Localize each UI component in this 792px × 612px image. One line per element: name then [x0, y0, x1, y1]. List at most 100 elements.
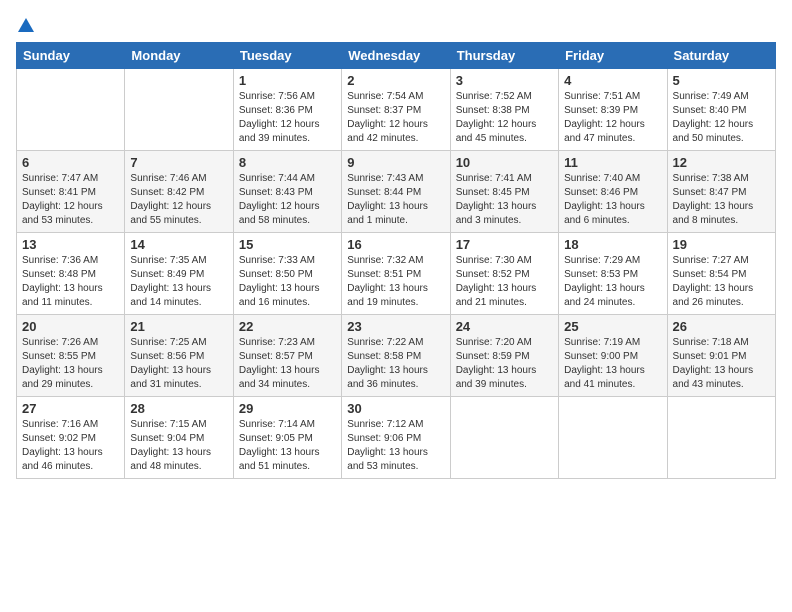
day-info: Sunrise: 7:51 AM Sunset: 8:39 PM Dayligh… [564, 90, 661, 146]
calendar-cell: 25Sunrise: 7:19 AM Sunset: 9:00 PM Dayli… [559, 315, 667, 397]
day-number: 3 [456, 73, 553, 88]
calendar-week-row: 13 Sunrise: 7:36 AM Sunset: 8:48 PM Dayli… [17, 233, 776, 315]
calendar-week-row: 27 Sunrise: 7:16 AM Sunset: 9:02 PM Dayli… [17, 397, 776, 479]
day-info: Sunrise: 7:25 AM Sunset: 8:56 PM Dayligh… [130, 336, 227, 392]
calendar-cell: 17Sunrise: 7:30 AM Sunset: 8:52 PM Dayli… [450, 233, 558, 315]
day-number: 8 [239, 155, 336, 170]
day-number: 19 [673, 237, 770, 252]
day-info: Sunrise: 7:30 AM Sunset: 8:52 PM Dayligh… [456, 254, 553, 310]
day-number: 7 [130, 155, 227, 170]
day-number: 1 [239, 73, 336, 88]
day-info: Sunrise: 7:41 AM Sunset: 8:45 PM Dayligh… [456, 172, 553, 228]
calendar-cell: 20 Sunrise: 7:26 AM Sunset: 8:55 PM Dayli… [17, 315, 125, 397]
day-number: 25 [564, 319, 661, 334]
page-header [16, 16, 776, 30]
calendar-cell: 6 Sunrise: 7:47 AM Sunset: 8:41 PM Daylig… [17, 151, 125, 233]
calendar-cell: 29 Sunrise: 7:14 AM Sunset: 9:05 PM Dayli… [233, 397, 341, 479]
calendar-cell: 3 Sunrise: 7:52 AM Sunset: 8:38 PM Daylig… [450, 69, 558, 151]
day-number: 27 [22, 401, 119, 416]
day-info: Sunrise: 7:56 AM Sunset: 8:36 PM Dayligh… [239, 90, 336, 146]
logo-icon [17, 16, 35, 34]
calendar-cell: 12 Sunrise: 7:38 AM Sunset: 8:47 PM Dayli… [667, 151, 775, 233]
calendar-table: SundayMondayTuesdayWednesdayThursdayFrid… [16, 42, 776, 479]
day-number: 24 [456, 319, 553, 334]
day-number: 10 [456, 155, 553, 170]
day-info: Sunrise: 7:18 AM Sunset: 9:01 PM Dayligh… [673, 336, 770, 392]
calendar-cell: 14 Sunrise: 7:35 AM Sunset: 8:49 PM Dayli… [125, 233, 233, 315]
day-info: Sunrise: 7:54 AM Sunset: 8:37 PM Dayligh… [347, 90, 444, 146]
day-info: Sunrise: 7:38 AM Sunset: 8:47 PM Dayligh… [673, 172, 770, 228]
calendar-cell [667, 397, 775, 479]
calendar-cell [559, 397, 667, 479]
day-number: 29 [239, 401, 336, 416]
day-number: 23 [347, 319, 444, 334]
day-info: Sunrise: 7:12 AM Sunset: 9:06 PM Dayligh… [347, 418, 444, 474]
day-number: 11 [564, 155, 661, 170]
calendar-cell: 15 Sunrise: 7:33 AM Sunset: 8:50 PM Dayli… [233, 233, 341, 315]
day-info: Sunrise: 7:16 AM Sunset: 9:02 PM Dayligh… [22, 418, 119, 474]
calendar-cell: 26Sunrise: 7:18 AM Sunset: 9:01 PM Dayli… [667, 315, 775, 397]
calendar-cell: 21Sunrise: 7:25 AM Sunset: 8:56 PM Dayli… [125, 315, 233, 397]
weekday-header-saturday: Saturday [667, 43, 775, 69]
day-info: Sunrise: 7:40 AM Sunset: 8:46 PM Dayligh… [564, 172, 661, 228]
day-number: 12 [673, 155, 770, 170]
day-info: Sunrise: 7:20 AM Sunset: 8:59 PM Dayligh… [456, 336, 553, 392]
day-number: 14 [130, 237, 227, 252]
calendar-cell: 4 Sunrise: 7:51 AM Sunset: 8:39 PM Daylig… [559, 69, 667, 151]
day-info: Sunrise: 7:36 AM Sunset: 8:48 PM Dayligh… [22, 254, 119, 310]
day-info: Sunrise: 7:44 AM Sunset: 8:43 PM Dayligh… [239, 172, 336, 228]
day-number: 20 [22, 319, 119, 334]
day-number: 6 [22, 155, 119, 170]
day-info: Sunrise: 7:32 AM Sunset: 8:51 PM Dayligh… [347, 254, 444, 310]
day-number: 28 [130, 401, 227, 416]
weekday-header-thursday: Thursday [450, 43, 558, 69]
day-info: Sunrise: 7:14 AM Sunset: 9:05 PM Dayligh… [239, 418, 336, 474]
day-info: Sunrise: 7:43 AM Sunset: 8:44 PM Dayligh… [347, 172, 444, 228]
calendar-cell [17, 69, 125, 151]
calendar-cell: 11 Sunrise: 7:40 AM Sunset: 8:46 PM Dayli… [559, 151, 667, 233]
calendar-cell: 23 Sunrise: 7:22 AM Sunset: 8:58 PM Dayli… [342, 315, 450, 397]
calendar-cell: 24 Sunrise: 7:20 AM Sunset: 8:59 PM Dayli… [450, 315, 558, 397]
day-info: Sunrise: 7:15 AM Sunset: 9:04 PM Dayligh… [130, 418, 227, 474]
day-number: 4 [564, 73, 661, 88]
day-number: 15 [239, 237, 336, 252]
day-number: 2 [347, 73, 444, 88]
calendar-week-row: 20 Sunrise: 7:26 AM Sunset: 8:55 PM Dayli… [17, 315, 776, 397]
weekday-header-wednesday: Wednesday [342, 43, 450, 69]
day-number: 9 [347, 155, 444, 170]
calendar-cell: 8 Sunrise: 7:44 AM Sunset: 8:43 PM Daylig… [233, 151, 341, 233]
weekday-header-friday: Friday [559, 43, 667, 69]
calendar-cell: 1 Sunrise: 7:56 AM Sunset: 8:36 PM Daylig… [233, 69, 341, 151]
calendar-cell: 27 Sunrise: 7:16 AM Sunset: 9:02 PM Dayli… [17, 397, 125, 479]
calendar-cell [450, 397, 558, 479]
logo [16, 16, 36, 30]
day-info: Sunrise: 7:52 AM Sunset: 8:38 PM Dayligh… [456, 90, 553, 146]
calendar-cell: 18Sunrise: 7:29 AM Sunset: 8:53 PM Dayli… [559, 233, 667, 315]
calendar-cell: 28 Sunrise: 7:15 AM Sunset: 9:04 PM Dayli… [125, 397, 233, 479]
day-info: Sunrise: 7:23 AM Sunset: 8:57 PM Dayligh… [239, 336, 336, 392]
calendar-cell: 30 Sunrise: 7:12 AM Sunset: 9:06 PM Dayli… [342, 397, 450, 479]
day-info: Sunrise: 7:29 AM Sunset: 8:53 PM Dayligh… [564, 254, 661, 310]
day-info: Sunrise: 7:49 AM Sunset: 8:40 PM Dayligh… [673, 90, 770, 146]
calendar-cell: 22Sunrise: 7:23 AM Sunset: 8:57 PM Dayli… [233, 315, 341, 397]
calendar-cell: 2 Sunrise: 7:54 AM Sunset: 8:37 PM Daylig… [342, 69, 450, 151]
calendar-body: 1 Sunrise: 7:56 AM Sunset: 8:36 PM Daylig… [17, 69, 776, 479]
day-number: 13 [22, 237, 119, 252]
calendar-week-row: 1 Sunrise: 7:56 AM Sunset: 8:36 PM Daylig… [17, 69, 776, 151]
calendar-cell: 16Sunrise: 7:32 AM Sunset: 8:51 PM Dayli… [342, 233, 450, 315]
day-info: Sunrise: 7:22 AM Sunset: 8:58 PM Dayligh… [347, 336, 444, 392]
day-number: 5 [673, 73, 770, 88]
day-info: Sunrise: 7:35 AM Sunset: 8:49 PM Dayligh… [130, 254, 227, 310]
day-number: 30 [347, 401, 444, 416]
day-info: Sunrise: 7:47 AM Sunset: 8:41 PM Dayligh… [22, 172, 119, 228]
day-info: Sunrise: 7:27 AM Sunset: 8:54 PM Dayligh… [673, 254, 770, 310]
calendar-cell [125, 69, 233, 151]
calendar-week-row: 6 Sunrise: 7:47 AM Sunset: 8:41 PM Daylig… [17, 151, 776, 233]
calendar-cell: 9 Sunrise: 7:43 AM Sunset: 8:44 PM Daylig… [342, 151, 450, 233]
day-info: Sunrise: 7:26 AM Sunset: 8:55 PM Dayligh… [22, 336, 119, 392]
day-info: Sunrise: 7:33 AM Sunset: 8:50 PM Dayligh… [239, 254, 336, 310]
day-info: Sunrise: 7:46 AM Sunset: 8:42 PM Dayligh… [130, 172, 227, 228]
calendar-cell: 7 Sunrise: 7:46 AM Sunset: 8:42 PM Daylig… [125, 151, 233, 233]
calendar-cell: 19 Sunrise: 7:27 AM Sunset: 8:54 PM Dayli… [667, 233, 775, 315]
weekday-header-sunday: Sunday [17, 43, 125, 69]
